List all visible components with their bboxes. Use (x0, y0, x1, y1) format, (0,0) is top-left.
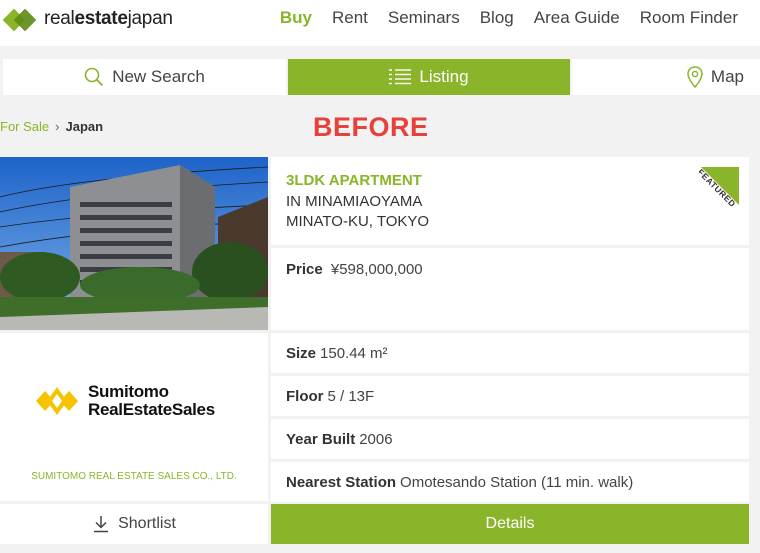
map-pin-icon (687, 66, 703, 88)
year-built-label: Year Built (286, 430, 356, 448)
details-label: Details (485, 515, 535, 532)
price-cell: Price ¥598,000,000 (271, 248, 749, 330)
size-row: Size 150.44 m² (271, 333, 749, 373)
breadcrumb: For Sale › Japan (0, 119, 103, 134)
tab-listing[interactable]: Listing (288, 59, 570, 95)
nearest-station-value: Omotesando Station (11 min. walk) (400, 473, 634, 491)
breadcrumb-for-sale[interactable]: For Sale (0, 119, 49, 134)
list-icon (389, 69, 412, 85)
year-built-row: Year Built 2006 (271, 419, 749, 459)
tab-map-label: Map (710, 67, 744, 86)
agent-logo: Sumitomo RealEstateSales (34, 383, 215, 419)
agent-panel[interactable]: Sumitomo RealEstateSales SUMITOMO REAL E… (0, 333, 268, 501)
details-button[interactable]: Details (271, 504, 749, 544)
tab-new-search-label: New Search (112, 67, 205, 86)
year-built-value: 2006 (359, 430, 393, 448)
listing-title[interactable]: 3LDK APARTMENT (286, 172, 749, 189)
before-overlay-label: BEFORE (313, 112, 429, 142)
listing-title-cell: 3LDK APARTMENT IN MINAMIAOYAMA MINATO-KU… (271, 157, 749, 245)
tab-new-search[interactable]: New Search (3, 59, 286, 95)
agent-company-name: SUMITOMO REAL ESTATE SALES CO., LTD. (31, 471, 237, 482)
floor-value: 5 / 13F (327, 387, 375, 405)
sumitomo-logo-icon (36, 387, 78, 415)
price-label: Price (286, 261, 323, 278)
nav-area-guide[interactable]: Area Guide (534, 8, 620, 28)
shortlist-button[interactable]: Shortlist (0, 504, 268, 544)
listing-photo[interactable] (0, 157, 268, 330)
listing-location-line-1: IN MINAMIAOYAMA (286, 193, 423, 210)
download-arrow-icon (94, 516, 109, 533)
floor-row: Floor 5 / 13F (271, 376, 749, 416)
floor-label: Floor (286, 387, 324, 405)
logo-text: realestatejapan (44, 8, 173, 29)
agent-logo-wordmark: Sumitomo RealEstateSales (88, 382, 215, 419)
breadcrumb-current: Japan (65, 119, 104, 134)
site-logo[interactable]: realestatejapan (2, 6, 173, 32)
size-label: Size (286, 344, 317, 362)
logo-mark-icon (2, 6, 37, 32)
shortlist-label: Shortlist (118, 515, 176, 532)
nav-room-finder[interactable]: Room Finder (640, 8, 738, 28)
view-tabbar: New Search Listing Map (0, 57, 760, 99)
listing-location-line-2: MINATO-KU, TOKYO (286, 213, 430, 230)
price-value: ¥598,000,000 (330, 261, 423, 278)
search-icon (84, 67, 104, 87)
nearest-station-label: Nearest Station (286, 473, 397, 491)
breadcrumb-separator: › (55, 119, 60, 134)
tab-listing-label: Listing (419, 67, 469, 86)
site-header: realestatejapan Buy Rent Seminars Blog A… (0, 0, 760, 46)
tab-map[interactable]: Map (572, 59, 760, 95)
nearest-station-row: Nearest Station Omotesando Station (11 m… (271, 462, 749, 502)
nav-buy[interactable]: Buy (280, 8, 312, 28)
nav-rent[interactable]: Rent (332, 8, 368, 28)
size-value: 150.44 m² (320, 344, 388, 362)
nav-blog[interactable]: Blog (480, 8, 514, 28)
main-nav: Buy Rent Seminars Blog Area Guide Room F… (280, 8, 738, 28)
listing-photo-image (0, 157, 268, 330)
featured-badge: FEATURED (699, 167, 739, 215)
nav-seminars[interactable]: Seminars (388, 8, 460, 28)
